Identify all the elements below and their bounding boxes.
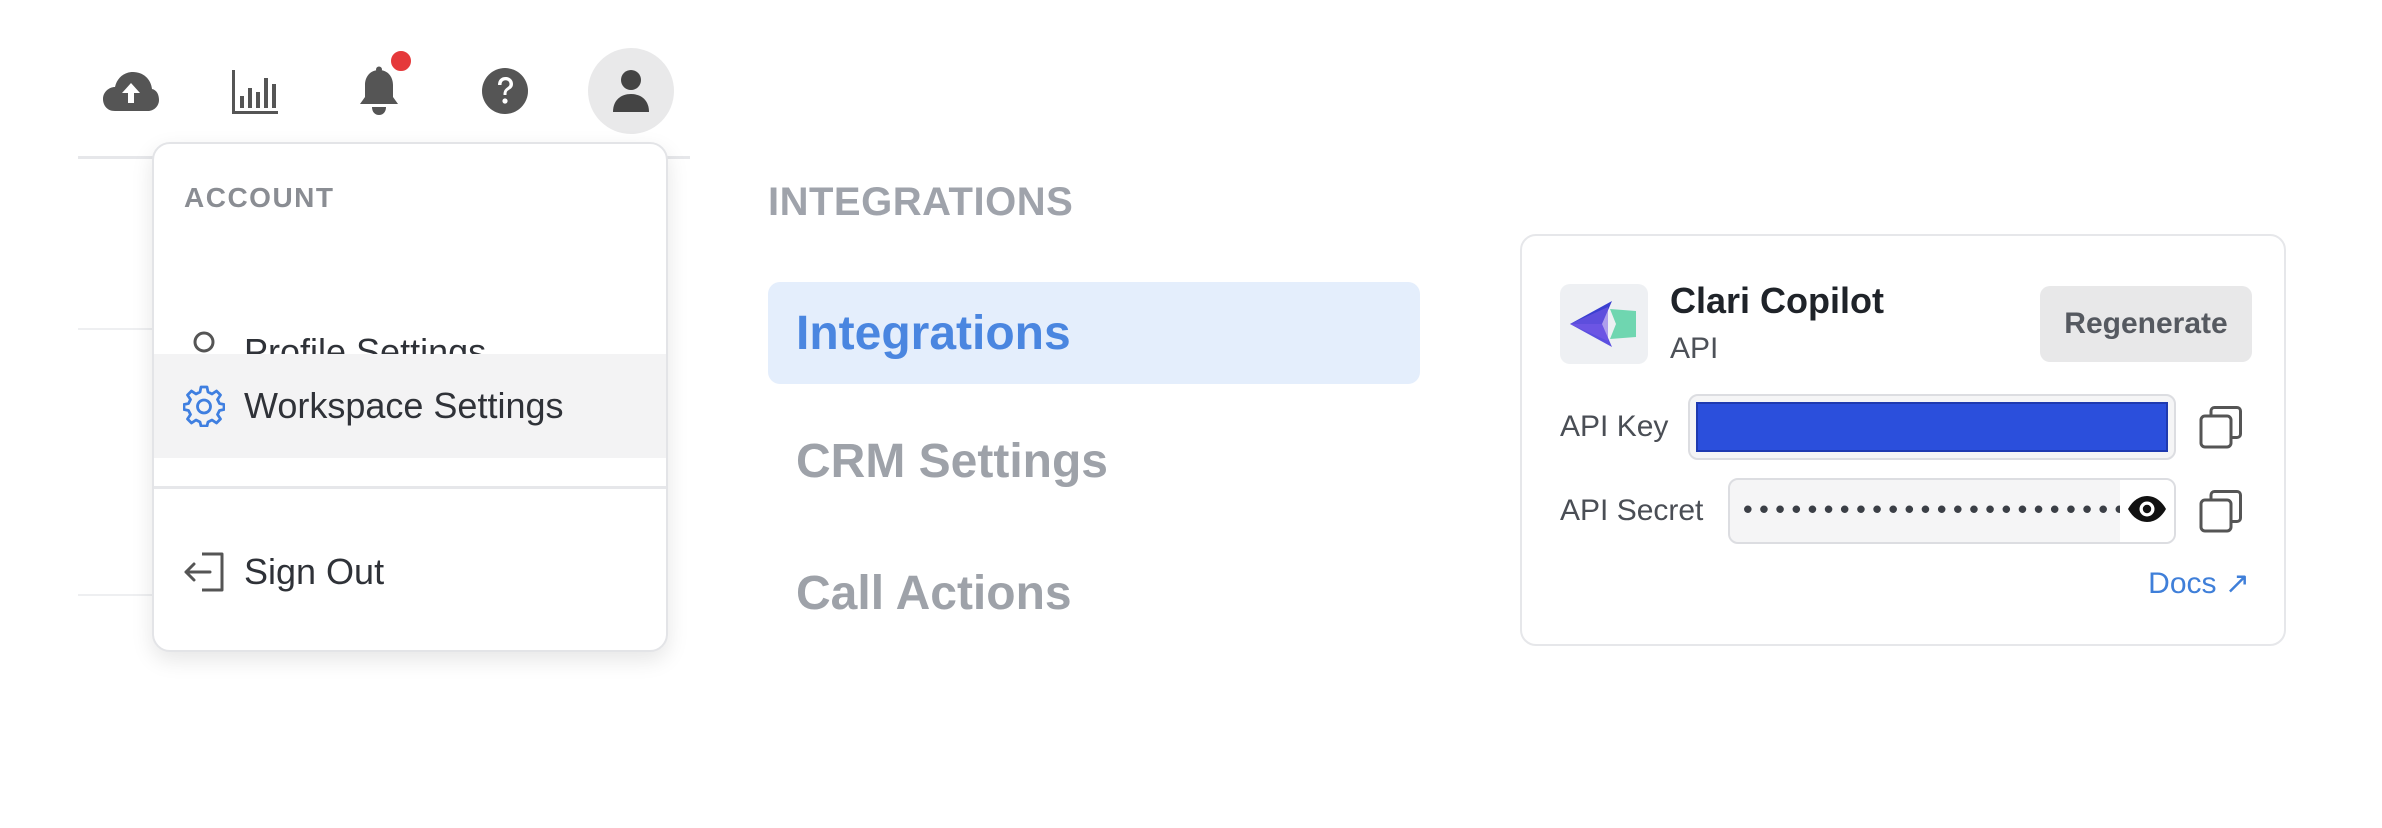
settings-section-header: INTEGRATIONS — [768, 180, 1074, 224]
show-secret-button[interactable] — [2120, 480, 2174, 542]
notifications-button[interactable] — [336, 48, 422, 134]
copy-api-secret-button[interactable] — [2198, 488, 2244, 534]
copy-icon — [2198, 490, 2244, 538]
api-key-selection — [1696, 402, 2168, 452]
nav-item-call-actions[interactable]: Call Actions — [768, 542, 1420, 644]
help-button[interactable] — [462, 48, 548, 134]
docs-link[interactable]: Docs ↗ — [2148, 566, 2250, 601]
workspace-settings-menu-item[interactable]: Workspace Settings — [154, 354, 666, 458]
nav-item-crm-settings[interactable]: CRM Settings — [768, 410, 1420, 512]
integration-subtitle: API — [1670, 332, 1719, 365]
notification-dot — [388, 48, 414, 74]
cloud-upload-icon — [101, 69, 161, 113]
help-icon — [481, 67, 529, 115]
integration-card: Clari Copilot API Regenerate API Key API… — [1520, 234, 2286, 646]
row-divider — [78, 594, 158, 596]
bar-chart-icon — [230, 66, 280, 116]
upload-button[interactable] — [88, 48, 174, 134]
menu-item-label: Workspace Settings — [244, 385, 564, 426]
integration-title: Clari Copilot — [1670, 280, 1884, 321]
menu-item-label: Sign Out — [244, 551, 385, 592]
menu-divider — [154, 486, 666, 489]
api-key-field[interactable] — [1688, 394, 2176, 460]
sign-out-icon — [182, 550, 226, 594]
regenerate-button[interactable]: Regenerate — [2040, 286, 2252, 362]
copy-icon — [2198, 406, 2244, 454]
user-avatar-icon — [611, 68, 651, 114]
api-secret-label: API Secret — [1560, 494, 1704, 527]
row-divider — [78, 328, 158, 330]
api-secret-value: •••••••••••••••••••••••••••••• — [1740, 498, 2120, 524]
account-avatar-button[interactable] — [588, 48, 674, 134]
api-key-label: API Key — [1560, 410, 1669, 443]
gear-icon — [182, 384, 226, 428]
copy-api-key-button[interactable] — [2198, 404, 2244, 450]
sign-out-menu-item[interactable]: Sign Out — [154, 520, 666, 624]
account-dropdown-menu: ACCOUNT Profile Settings Workspace Setti… — [152, 142, 668, 652]
clari-copilot-logo — [1560, 284, 1648, 364]
bell-icon — [357, 66, 401, 116]
analytics-button[interactable] — [212, 48, 298, 134]
account-menu-header: ACCOUNT — [184, 182, 335, 213]
nav-item-integrations[interactable]: Integrations — [768, 282, 1420, 384]
eye-icon — [2127, 495, 2167, 528]
api-secret-field[interactable]: •••••••••••••••••••••••••••••• — [1728, 478, 2176, 544]
